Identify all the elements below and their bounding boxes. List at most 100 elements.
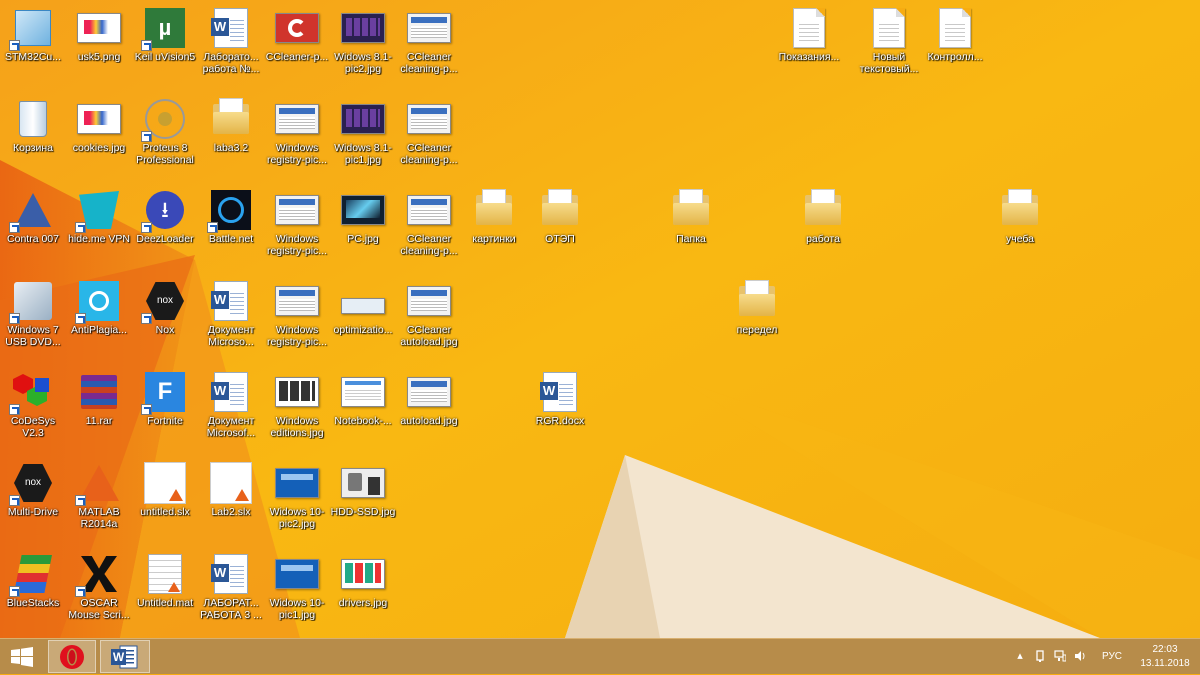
desktop[interactable]: STM32Cu... usk5.png µ Keil uVision5 W Лаборат… [0, 0, 1200, 638]
desktop-icon[interactable]: hide.me VPN [66, 184, 132, 272]
chevron-up-icon[interactable]: ▴ [1014, 650, 1026, 662]
desktop-icon[interactable]: F Fortnite [132, 366, 198, 454]
desktop-icon[interactable]: работа [790, 184, 856, 272]
folder-icon [538, 188, 582, 232]
driversthumb-icon [341, 552, 385, 596]
shortcut-arrow-icon [9, 404, 20, 415]
network-icon[interactable] [1054, 650, 1067, 662]
desktop-icon-label: Untitled.mat [136, 597, 194, 609]
volume-icon[interactable] [1074, 650, 1086, 662]
desktop-icon-label: usk5.png [77, 51, 121, 63]
desktop-icon[interactable]: HDD-SSD.jpg [330, 457, 396, 545]
desktop-icon[interactable]: BlueStacks [0, 548, 66, 636]
desktop-icon[interactable]: usk5.png [66, 2, 132, 90]
desktop-icon[interactable]: Notebook-... [330, 366, 396, 454]
desktop-icon[interactable]: Contra 007 [0, 184, 66, 272]
darkthumb-icon [341, 6, 385, 50]
desktop-icon[interactable]: autoload.jpg [396, 366, 462, 454]
desktop-icon[interactable]: W Документ Microsof... [198, 366, 264, 454]
desktop-icon-label: STM32Cu... [4, 51, 62, 63]
desktop-icon[interactable]: W RGR.docx [527, 366, 593, 454]
desktop-icon[interactable]: W Лаборато... работа №... [198, 2, 264, 90]
desktop-icon-label: Proteus 8 Professional [136, 142, 194, 166]
desktop-icon[interactable]: cookies.jpg [66, 93, 132, 181]
desktop-icon[interactable]: Папка [658, 184, 724, 272]
start-button[interactable] [0, 640, 44, 673]
desktop-icon-label: Контролл... [927, 51, 983, 63]
antiplag-icon [75, 279, 121, 324]
desktop-icon[interactable]: Windows registry-pic... [264, 275, 330, 363]
desktop-icon[interactable]: Lab2.slx [198, 457, 264, 545]
desktop-icon[interactable]: передел [724, 275, 790, 363]
desktop-icon[interactable]: Контролл... [922, 2, 988, 90]
taskbar-opera-button[interactable] [48, 640, 96, 673]
desktop-icon-label: Contra 007 [7, 233, 59, 245]
desktop-icon[interactable]: OSCAR Mouse Scri... [66, 548, 132, 636]
desktop-icon-label: CCleaner autoload.jpg [400, 324, 458, 348]
power-plug-icon[interactable] [1034, 650, 1046, 662]
desktop-icon[interactable]: Proteus 8 Professional [132, 93, 198, 181]
desktop-icon[interactable]: Widows 8.1-pic1.jpg [330, 93, 396, 181]
notebook-icon [341, 370, 385, 414]
desktop-icon[interactable]: Корзина [0, 93, 66, 181]
textdoc-icon [933, 6, 977, 50]
desktop-icon[interactable]: optimizatio... [330, 275, 396, 363]
desktop-icon[interactable]: untitled.slx [132, 457, 198, 545]
clock[interactable]: 22:03 13.11.2018 [1134, 643, 1196, 671]
desktop-icon[interactable]: 11.rar [66, 366, 132, 454]
oscar-icon [75, 552, 121, 597]
desktop-icon[interactable]: ОТЭП [527, 184, 593, 272]
desktop-icon[interactable]: AntiPlagia... [66, 275, 132, 363]
desktop-icon[interactable]: учеба [987, 184, 1053, 272]
desktop-icon[interactable]: laba3.2 [198, 93, 264, 181]
clock-time: 22:03 [1152, 644, 1178, 655]
taskbar-word-button[interactable]: W [100, 640, 150, 673]
desktop-icon[interactable]: STM32Cu... [0, 2, 66, 90]
desktop-icon[interactable]: W ЛАБОРАТ... РАБОТА 3 ... [198, 548, 264, 636]
desktop-icon[interactable]: Widows 8.1-pic2.jpg [330, 2, 396, 90]
desktop-icon[interactable]: CCleaner cleaning-p... [396, 2, 462, 90]
desktop-icon[interactable]: nox Nox [132, 275, 198, 363]
shortcut-arrow-icon [141, 40, 152, 51]
desktop-icon[interactable]: PC.jpg [330, 184, 396, 272]
shortcut-arrow-icon [141, 222, 152, 233]
textdoc-icon [867, 6, 911, 50]
desktop-icon[interactable]: картинки [461, 184, 527, 272]
shortcut-arrow-icon [75, 313, 86, 324]
desktop-icon[interactable]: Показания... [776, 2, 842, 90]
desktop-icon[interactable]: Windows 7 USB DVD... [0, 275, 66, 363]
desktop-icon[interactable]: CCleaner-p... [264, 2, 330, 90]
shortcut-arrow-icon [141, 313, 152, 324]
desktop-icon-label: CoDeSys V2.3 [10, 415, 56, 439]
desktop-icon[interactable]: nox Multi-Drive [0, 457, 66, 545]
desktop-icon[interactable]: Widows 10-pic2.jpg [264, 457, 330, 545]
desktop-icon[interactable]: Новый текстовый... [856, 2, 922, 90]
desktop-icon-label: Nox [155, 324, 175, 336]
desktop-icon[interactable]: drivers.jpg [330, 548, 396, 636]
desktop-icon[interactable]: W Документ Microso... [198, 275, 264, 363]
desktop-icon[interactable]: Windows registry-pic... [264, 184, 330, 272]
desktop-icon[interactable]: CCleaner autoload.jpg [396, 275, 462, 363]
shortcut-arrow-icon [75, 495, 86, 506]
desktop-icon[interactable]: Widows 10-pic1.jpg [264, 548, 330, 636]
shortcut-arrow-icon [9, 495, 20, 506]
desktop-icon[interactable]: CoDeSys V2.3 [0, 366, 66, 454]
desktop-icon-label: optimizatio... [333, 324, 393, 336]
desktop-icon[interactable]: CCleaner cleaning-p... [396, 184, 462, 272]
desktop-icon[interactable]: CCleaner cleaning-p... [396, 93, 462, 181]
desktop-icon[interactable]: ⭳ DeezLoader [132, 184, 198, 272]
folder-icon [669, 188, 713, 232]
start-icon [11, 646, 33, 667]
desktop-icon-label: Notebook-... [334, 415, 392, 427]
desktop-icon[interactable]: Untitled.mat [132, 548, 198, 636]
language-indicator[interactable]: РУС [1102, 651, 1122, 662]
desktop-icon[interactable]: MATLAB R2014a [66, 457, 132, 545]
folder-icon [472, 188, 516, 232]
desktop-icon[interactable]: Windows editions.jpg [264, 366, 330, 454]
desktop-icon-label: Лаборато... работа №... [202, 51, 260, 75]
desktop-icon-label: Windows editions.jpg [270, 415, 324, 439]
desktop-icon[interactable]: Windows registry-pic... [264, 93, 330, 181]
desktop-icon[interactable]: µ Keil uVision5 [132, 2, 198, 90]
desktop-icon[interactable]: Battle.net [198, 184, 264, 272]
desktop-icon-label: Windows registry-pic... [266, 233, 328, 257]
